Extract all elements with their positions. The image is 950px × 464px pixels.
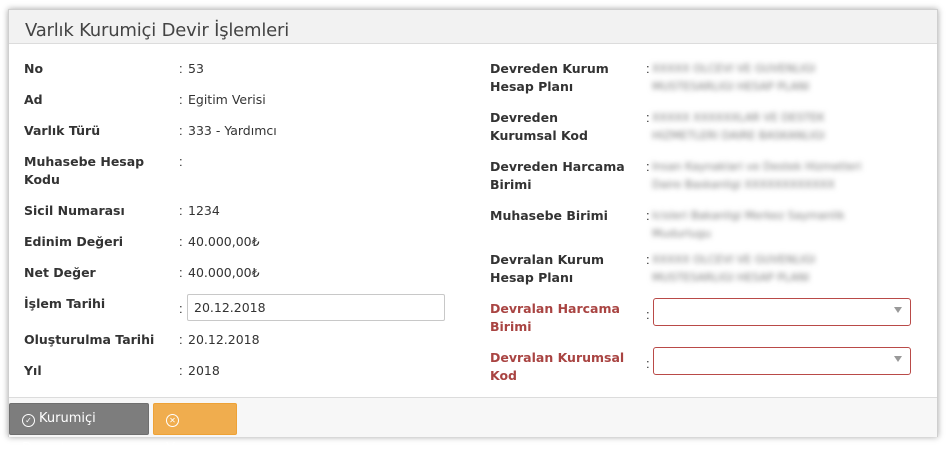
muhasebe-hesap-label-line2: Kodu	[24, 172, 60, 187]
colon: :	[646, 252, 650, 267]
devralan-hesap-value-line2: MUSTESARLIGI HESAP PLANI	[652, 271, 810, 284]
ad-label: Ad	[24, 92, 43, 107]
colon: :	[179, 363, 183, 378]
colon: :	[179, 123, 183, 138]
devreden-kurumsal-value-line2: HIZMETLERI DAIRE BASKANLIGI	[652, 129, 825, 142]
devralan-hesap-label-line1: Devralan Kurum	[490, 252, 605, 267]
islem-tarihi-input[interactable]: 20.12.2018	[187, 294, 445, 321]
devralan-harcama-select[interactable]	[653, 298, 911, 326]
page-title: Varlık Kurumiçi Devir İşlemleri	[25, 20, 290, 41]
kurumici-devret-button[interactable]: ✓ Kurumiçi Devret	[9, 403, 149, 456]
panel-header: Varlık Kurumiçi Devir İşlemleri	[9, 10, 937, 44]
muhasebe-birimi-label: Muhasebe Birimi	[490, 208, 608, 223]
devreden-kurumsal-label-line2: Kurumsal Kod	[490, 128, 588, 143]
colon: :	[179, 332, 183, 347]
devreden-harcama-label-line2: Birimi	[490, 177, 532, 192]
colon: :	[646, 307, 650, 322]
panel-footer: ✓ Kurumiçi Devret ✕ Vazgeç	[9, 397, 937, 456]
times-circle-icon: ✕	[166, 414, 179, 427]
sicil-label: Sicil Numarası	[24, 203, 125, 218]
devreden-hesap-label-line1: Devreden Kurum	[490, 61, 609, 76]
chevron-down-icon	[894, 307, 902, 313]
devreden-harcama-value-line2: Daire Baskanligi XXXXXXXXXXXX	[652, 178, 835, 191]
net-label: Net Değer	[24, 265, 96, 280]
devralan-harcama-label-line1: Devralan Harcama	[490, 301, 620, 316]
devralan-kurumsal-label-line2: Kod	[490, 368, 518, 383]
colon: :	[646, 110, 650, 125]
olusturulma-label: Oluşturulma Tarihi	[24, 332, 155, 347]
colon: :	[646, 208, 650, 223]
edinim-value: 40.000,00₺	[188, 234, 260, 249]
colon: :	[179, 301, 183, 316]
vazgec-button[interactable]: ✕ Vazgeç	[153, 403, 237, 456]
devreden-harcama-label-line1: Devreden Harcama	[490, 159, 625, 174]
devralan-kurumsal-select[interactable]	[653, 347, 911, 375]
yil-label: Yıl	[24, 363, 42, 378]
colon: :	[179, 203, 183, 218]
islem-tarihi-label: İşlem Tarihi	[24, 296, 106, 311]
devreden-harcama-value-line1: Insan Kaynaklari ve Destek Hizmetleri	[652, 160, 862, 173]
devralan-harcama-label-line2: Birimi	[490, 319, 532, 334]
devreden-hesap-value-line2: MUSTESARLIGI HESAP PLANI	[652, 80, 810, 93]
devreden-kurumsal-label-line1: Devreden	[490, 110, 558, 125]
colon: :	[179, 234, 183, 249]
yil-value: 2018	[188, 363, 220, 378]
ad-value: Egitim Verisi	[188, 92, 266, 107]
varlik-turu-label: Varlık Türü	[24, 123, 101, 138]
devreden-hesap-value-line1: XXXXX OLCEVI VE GUVENLIGI	[652, 62, 816, 75]
devreden-kurumsal-value-line1: XXXXX XXXXXXLAR VE DESTEK	[652, 111, 825, 124]
transfer-panel: Varlık Kurumiçi Devir İşlemleri No : 53 …	[8, 9, 938, 456]
colon: :	[646, 159, 650, 174]
muhasebe-birimi-value-line1: Icisleri Bakanligi Merkez Saymanlik	[652, 209, 845, 222]
colon: :	[646, 61, 650, 76]
chevron-down-icon	[894, 356, 902, 362]
colon: :	[179, 61, 183, 76]
devralan-hesap-value-line1: XXXXX OLCEVI VE GUVENLIGI	[652, 253, 816, 266]
colon: :	[646, 356, 650, 371]
devralan-hesap-label-line2: Hesap Planı	[490, 270, 574, 285]
check-circle-icon: ✓	[22, 414, 35, 427]
vazgec-label: Vazgeç	[166, 441, 213, 456]
devreden-hesap-label-line2: Hesap Planı	[490, 79, 574, 94]
net-value: 40.000,00₺	[188, 265, 260, 280]
muhasebe-hesap-label-line1: Muhasebe Hesap	[24, 154, 145, 169]
edinim-label: Edinim Değeri	[24, 234, 124, 249]
colon: :	[179, 92, 183, 107]
no-value: 53	[188, 61, 204, 76]
olusturulma-value: 20.12.2018	[188, 332, 260, 347]
varlik-turu-value: 333 - Yardımcı	[188, 123, 277, 138]
sicil-value: 1234	[188, 203, 220, 218]
colon: :	[179, 265, 183, 280]
muhasebe-birimi-value-line2: Mudurlugu	[652, 227, 711, 240]
no-label: No	[24, 61, 44, 76]
devralan-kurumsal-label-line1: Devralan Kurumsal	[490, 350, 625, 365]
colon: :	[179, 154, 183, 169]
